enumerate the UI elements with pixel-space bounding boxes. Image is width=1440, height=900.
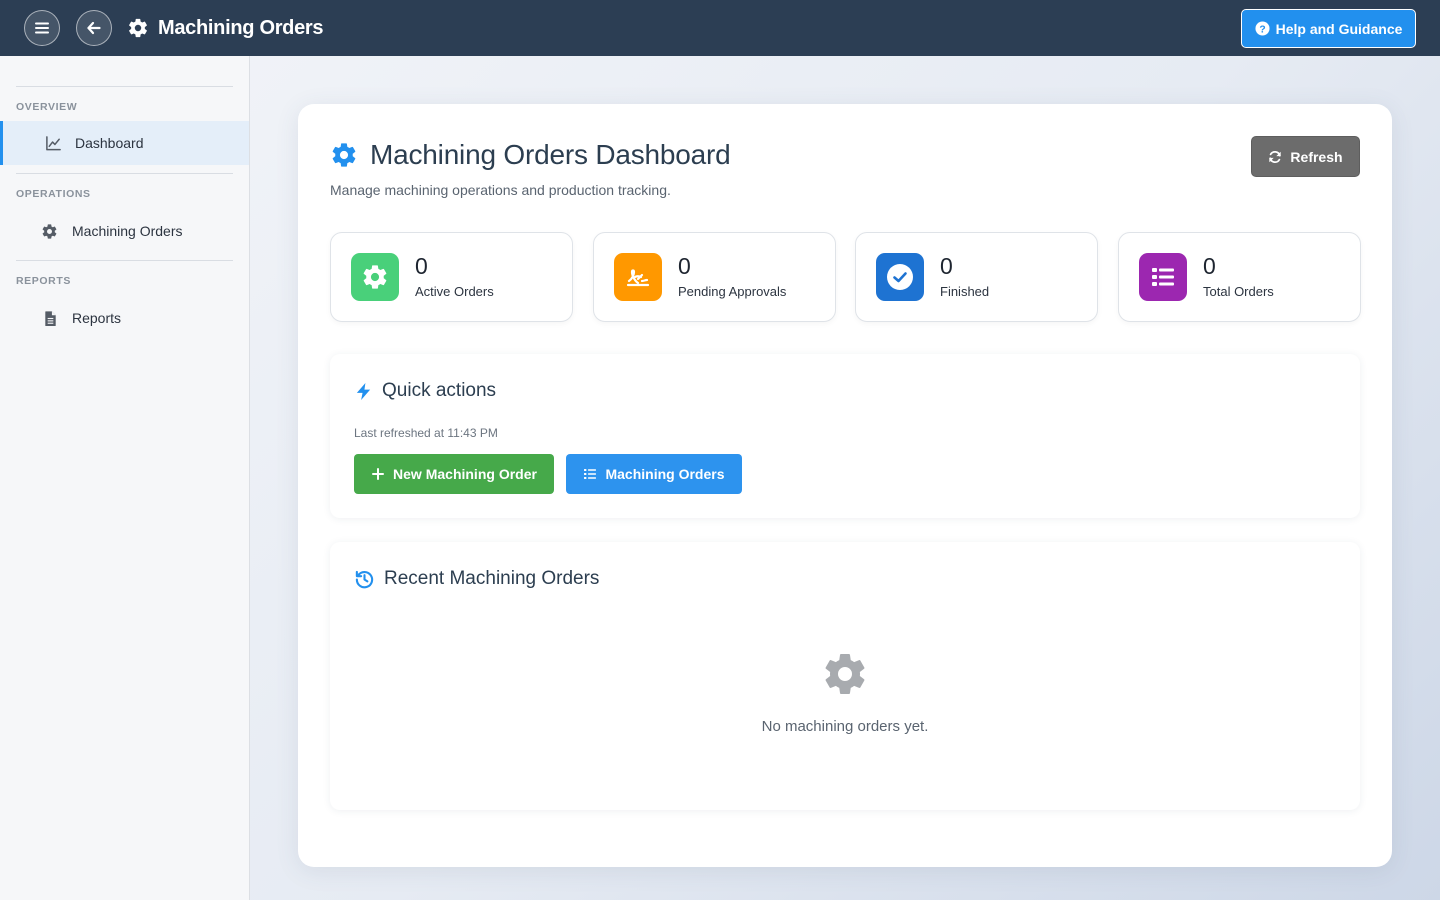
machining-orders-label: Machining Orders [605, 466, 725, 482]
history-icon [355, 570, 374, 588]
refresh-button-label: Refresh [1290, 148, 1343, 165]
stat-label: Pending Approvals [678, 284, 787, 299]
gear-icon [332, 143, 356, 167]
empty-state: No machining orders yet. [330, 650, 1360, 735]
stat-icon-bg [1139, 253, 1187, 301]
bolt-icon [356, 382, 371, 400]
gear-icon [42, 223, 57, 239]
recent-orders-header: Recent Machining Orders [354, 568, 599, 590]
top-bar: Machining Orders ? Help and Guidance [0, 0, 1440, 56]
help-button-label: Help and Guidance [1275, 20, 1403, 37]
empty-state-text: No machining orders yet. [761, 718, 929, 735]
help-button[interactable]: ? Help and Guidance [1241, 9, 1416, 48]
stat-card-total-orders: 0 Total Orders [1118, 232, 1361, 322]
sidebar-item-label: Reports [72, 310, 122, 326]
last-refreshed-text: Last refreshed at 11:43 PM [354, 426, 498, 440]
arrow-left-icon [87, 21, 101, 35]
stat-card-active-orders: 0 Active Orders [330, 232, 573, 322]
sidebar-section-reports: REPORTS [16, 275, 71, 287]
sidebar-divider [16, 260, 233, 261]
page-header: Machining Orders Dashboard [330, 139, 731, 171]
stat-value: 0 [1203, 253, 1216, 279]
app-title: Machining Orders [127, 16, 324, 40]
stat-value: 0 [940, 253, 953, 279]
recent-orders-title: Recent Machining Orders [384, 568, 600, 589]
stat-label: Finished [940, 284, 990, 299]
sidebar-divider [16, 173, 233, 174]
app-title-text: Machining Orders [158, 16, 324, 39]
signature-icon [626, 269, 650, 287]
recent-orders-panel: Recent Machining Orders No machining ord… [330, 542, 1360, 810]
stat-card-finished: 0 Finished [855, 232, 1098, 322]
file-icon [45, 310, 56, 326]
sidebar-item-reports[interactable]: Reports [0, 296, 249, 340]
sidebar-section-overview: OVERVIEW [16, 101, 78, 113]
gear-icon [825, 653, 865, 694]
plus-icon [372, 468, 385, 480]
svg-text:?: ? [1259, 24, 1265, 35]
sidebar-item-label: Dashboard [75, 135, 144, 151]
stat-icon-bg [614, 253, 662, 301]
refresh-button[interactable]: Refresh [1251, 136, 1360, 177]
stat-icon-bg [876, 253, 924, 301]
machining-orders-button[interactable]: Machining Orders [566, 454, 742, 494]
hamburger-icon [35, 22, 49, 34]
stat-label: Active Orders [415, 284, 494, 299]
list-icon [1152, 268, 1174, 286]
sidebar-divider [16, 86, 233, 87]
list-icon [584, 469, 597, 479]
sidebar-section-operations: OPERATIONS [16, 188, 91, 200]
stat-value: 0 [415, 253, 428, 279]
stat-value: 0 [678, 253, 691, 279]
new-machining-order-label: New Machining Order [393, 466, 537, 482]
sidebar-item-dashboard[interactable]: Dashboard [0, 121, 249, 165]
sidebar-item-machining-orders[interactable]: Machining Orders [0, 209, 249, 253]
gear-icon [363, 265, 387, 289]
check-circle-icon [887, 264, 913, 290]
menu-button[interactable] [24, 10, 60, 46]
gear-icon [129, 18, 147, 38]
chart-line-icon [46, 135, 61, 150]
sidebar-item-label: Machining Orders [72, 223, 183, 239]
quick-actions-panel: Quick actions Last refreshed at 11:43 PM… [330, 354, 1360, 518]
stat-card-pending-approvals: 0 Pending Approvals [593, 232, 836, 322]
quick-actions-title: Quick actions [382, 380, 497, 401]
back-button[interactable] [76, 10, 112, 46]
quick-actions-header: Quick actions [354, 380, 496, 402]
question-circle-icon: ? [1255, 21, 1270, 36]
refresh-icon [1269, 150, 1282, 163]
page-subtitle: Manage machining operations and producti… [330, 182, 671, 198]
stat-icon-bg [351, 253, 399, 301]
sidebar: OVERVIEW Dashboard OPERATIONS Machining … [0, 56, 250, 900]
dashboard-card: Machining Orders Dashboard Manage machin… [298, 104, 1392, 867]
new-machining-order-button[interactable]: New Machining Order [354, 454, 554, 494]
page-title: Machining Orders Dashboard [370, 139, 731, 170]
stat-label: Total Orders [1203, 284, 1274, 299]
